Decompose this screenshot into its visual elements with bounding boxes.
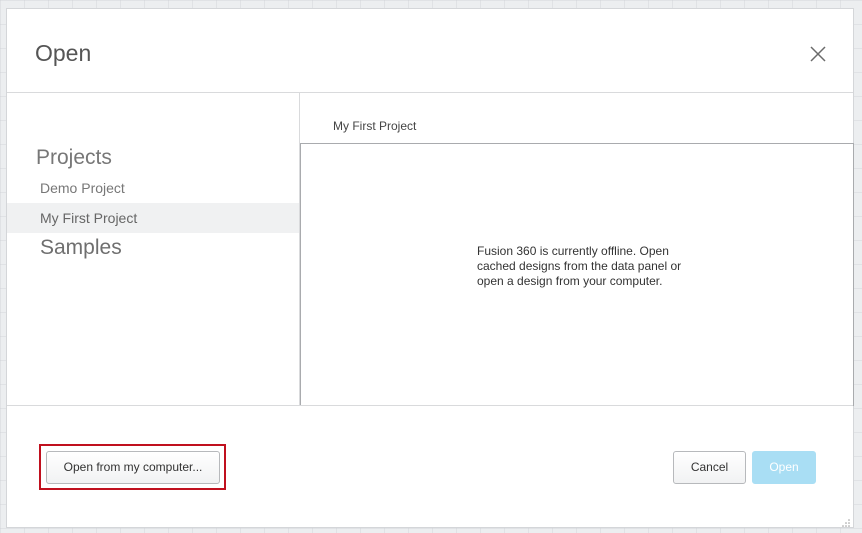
open-button[interactable]: Open xyxy=(752,451,816,484)
content-pane: Fusion 360 is currently offline. Open ca… xyxy=(300,143,854,406)
samples-heading[interactable]: Samples xyxy=(40,235,122,261)
cancel-button[interactable]: Cancel xyxy=(673,451,746,484)
open-dialog: Open Projects Demo Project My First Proj… xyxy=(6,8,854,528)
projects-heading: Projects xyxy=(36,146,112,169)
resize-grip-icon[interactable] xyxy=(841,515,851,527)
close-button[interactable] xyxy=(809,45,827,63)
dialog-title: Open xyxy=(35,40,92,66)
open-from-computer-button[interactable]: Open from my computer... xyxy=(46,451,220,484)
footer-divider xyxy=(7,405,853,406)
tab-my-first-project[interactable]: My First Project xyxy=(333,119,416,133)
close-icon xyxy=(810,46,826,62)
project-sidebar: Projects Demo Project My First Project S… xyxy=(7,93,300,405)
sidebar-item-demo-project[interactable]: Demo Project xyxy=(7,173,299,203)
sidebar-item-my-first-project[interactable]: My First Project xyxy=(7,203,299,233)
offline-message: Fusion 360 is currently offline. Open ca… xyxy=(477,244,682,288)
